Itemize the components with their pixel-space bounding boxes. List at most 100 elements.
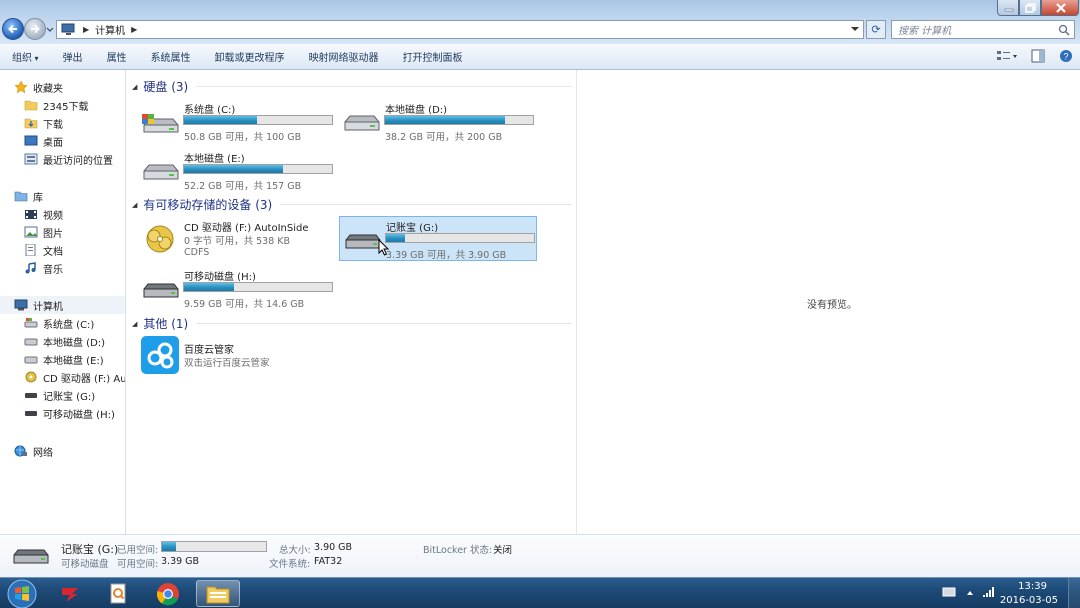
close-button[interactable] — [1041, 0, 1079, 16]
sidebar-item-label: 图片 — [43, 228, 63, 240]
organize-menu[interactable]: 组织 — [0, 49, 51, 64]
breadcrumb-arrow-icon[interactable]: ▶ — [131, 25, 137, 34]
drive-c[interactable]: 系统盘 (C:) 50.8 GB 可用，共 100 GB — [138, 99, 335, 145]
system-properties-button[interactable]: 系统属性 — [139, 49, 203, 64]
downloads-folder-icon — [24, 118, 38, 129]
taskbar-app-explorer[interactable] — [196, 580, 240, 607]
sidebar-item-label: 2345下载 — [43, 101, 89, 113]
drive-free-space: 9.59 GB 可用，共 14.6 GB — [184, 299, 305, 310]
preview-pane-icon[interactable] — [1030, 49, 1046, 63]
sidebar-item-drive-f[interactable]: CD 驱动器 (F:) AutoInSide — [24, 368, 126, 386]
taskbar-app-red[interactable] — [48, 580, 92, 607]
breadcrumb-arrow-icon[interactable]: ▶ — [83, 25, 89, 34]
windows-logo-icon — [7, 579, 37, 608]
file-list: ◢ 硬盘 (3) 系统盘 (C:) 50.8 GB 可用，共 100 GB 本地… — [127, 70, 576, 534]
search-input[interactable]: 搜索 计算机 — [891, 20, 1075, 39]
sidebar-item-music[interactable]: 音乐 — [24, 259, 125, 277]
clock-date[interactable]: 2016-03-05 — [1000, 595, 1058, 606]
minimize-button[interactable] — [997, 0, 1019, 16]
sidebar-item-pictures[interactable]: 图片 — [24, 223, 125, 241]
sidebar-item-documents[interactable]: 文档 — [24, 241, 125, 259]
preview-pane: 没有预览。 — [576, 70, 1080, 534]
sidebar-item-downloads[interactable]: 下载 — [24, 114, 125, 132]
sidebar-item-label: 最近访问的位置 — [43, 155, 113, 167]
sidebar-item-drive-c[interactable]: 系统盘 (C:) — [24, 314, 125, 332]
clock-time[interactable]: 13:39 — [1018, 581, 1047, 592]
keyboard-icon[interactable] — [942, 586, 956, 598]
sidebar-item-videos[interactable]: 视频 — [24, 205, 125, 223]
drive-name: 记账宝 (G:) — [386, 223, 439, 234]
help-icon[interactable]: ? — [1058, 49, 1074, 63]
usb-drive-icon — [25, 411, 37, 416]
capacity-bar — [183, 164, 333, 174]
sidebar-item-drive-e[interactable]: 本地磁盘 (E:) — [24, 350, 125, 368]
drive-d[interactable]: 本地磁盘 (D:) 38.2 GB 可用，共 200 GB — [339, 99, 536, 145]
usb-drive-icon — [25, 393, 37, 398]
sidebar-item-drive-h[interactable]: 可移动磁盘 (H:) — [24, 404, 125, 422]
sidebar-network[interactable]: 网络 — [14, 442, 125, 460]
uninstall-program-button[interactable]: 卸载或更改程序 — [203, 49, 297, 64]
sidebar-item-label: 记账宝 (G:) — [43, 391, 96, 403]
sidebar-item-label: 库 — [33, 192, 43, 204]
eject-button[interactable]: 弹出 — [51, 49, 95, 64]
cd-drive-icon — [146, 225, 174, 253]
group-header-removable[interactable]: ◢ 有可移动存储的设备 (3) — [132, 196, 572, 213]
group-title: 其他 (1) — [143, 317, 189, 331]
baidu-cloud-item[interactable]: 百度云管家 双击运行百度云管家 — [138, 335, 335, 381]
details-drive-type: 可移动磁盘 — [61, 559, 109, 570]
sidebar-item-label: CD 驱动器 (F:) AutoInSide — [43, 373, 126, 385]
group-title: 有可移动存储的设备 (3) — [143, 198, 273, 212]
taskbar-app-search-tool[interactable] — [96, 580, 140, 607]
sidebar-computer[interactable]: 计算机 — [0, 296, 125, 314]
drive-free-space: 0 字节 可用，共 538 KB — [184, 236, 291, 247]
sidebar-item-2345-downloads[interactable]: 2345下载 — [24, 96, 125, 114]
back-button[interactable] — [2, 18, 24, 40]
collapse-icon[interactable]: ◢ — [132, 83, 137, 91]
details-free-value: 3.39 GB — [161, 556, 200, 567]
taskbar-app-chrome[interactable] — [146, 580, 190, 607]
drive-g[interactable]: 记账宝 (G:) 3.39 GB 可用，共 3.90 GB — [339, 216, 537, 261]
svg-text:?: ? — [1063, 52, 1068, 62]
explorer-folder-icon — [206, 586, 230, 603]
group-header-other[interactable]: ◢ 其他 (1) — [132, 315, 572, 332]
forward-button[interactable] — [24, 18, 46, 40]
drive-e[interactable]: 本地磁盘 (E:) 52.2 GB 可用，共 157 GB — [138, 148, 335, 194]
capacity-bar — [183, 282, 333, 292]
drive-name: 系统盘 (C:) — [184, 105, 236, 116]
network-signal-icon[interactable] — [982, 586, 996, 598]
sidebar-item-recent-places[interactable]: 最近访问的位置 — [24, 150, 125, 168]
recent-pages-dropdown-icon[interactable] — [46, 24, 54, 34]
collapse-icon[interactable]: ◢ — [132, 320, 137, 328]
group-header-hard-disks[interactable]: ◢ 硬盘 (3) — [132, 78, 572, 95]
search-icon[interactable] — [1058, 24, 1070, 36]
capacity-bar — [384, 115, 534, 125]
sidebar-item-drive-d[interactable]: 本地磁盘 (D:) — [24, 332, 125, 350]
sidebar-favorites[interactable]: 收藏夹 — [14, 78, 125, 96]
show-desktop-button[interactable] — [1068, 578, 1080, 608]
sidebar-item-drive-g[interactable]: 记账宝 (G:) — [24, 386, 125, 404]
start-button[interactable] — [2, 579, 42, 608]
folder-icon — [24, 100, 38, 111]
map-network-drive-button[interactable]: 映射网络驱动器 — [297, 49, 391, 64]
address-dropdown-icon[interactable] — [851, 26, 859, 32]
library-icon — [14, 191, 28, 202]
drive-h[interactable]: 可移动磁盘 (H:) 9.59 GB 可用，共 14.6 GB — [138, 266, 335, 312]
refresh-button[interactable]: ⟳ — [866, 20, 886, 39]
properties-button[interactable]: 属性 — [95, 49, 139, 64]
breadcrumb-computer[interactable]: 计算机 — [95, 22, 125, 37]
desktop-icon — [24, 135, 38, 146]
sidebar-libraries[interactable]: 库 — [14, 187, 125, 205]
collapse-icon[interactable]: ◢ — [132, 201, 137, 209]
drive-file-system: CDFS — [184, 247, 210, 258]
restore-button[interactable] — [1019, 0, 1041, 16]
drive-f[interactable]: CD 驱动器 (F:) AutoInSide 0 字节 可用，共 538 KB … — [138, 217, 335, 263]
hard-drive-icon — [24, 338, 38, 346]
search-placeholder: 搜索 计算机 — [898, 26, 952, 37]
change-view-icon[interactable] — [996, 49, 1018, 63]
capacity-bar — [183, 115, 333, 125]
sidebar-item-desktop[interactable]: 桌面 — [24, 132, 125, 150]
open-control-panel-button[interactable]: 打开控制面板 — [391, 49, 475, 64]
forward-arrow-icon — [31, 24, 40, 34]
address-bar[interactable]: ▶ 计算机 ▶ — [56, 20, 864, 39]
show-hidden-icons-icon[interactable] — [966, 590, 974, 596]
